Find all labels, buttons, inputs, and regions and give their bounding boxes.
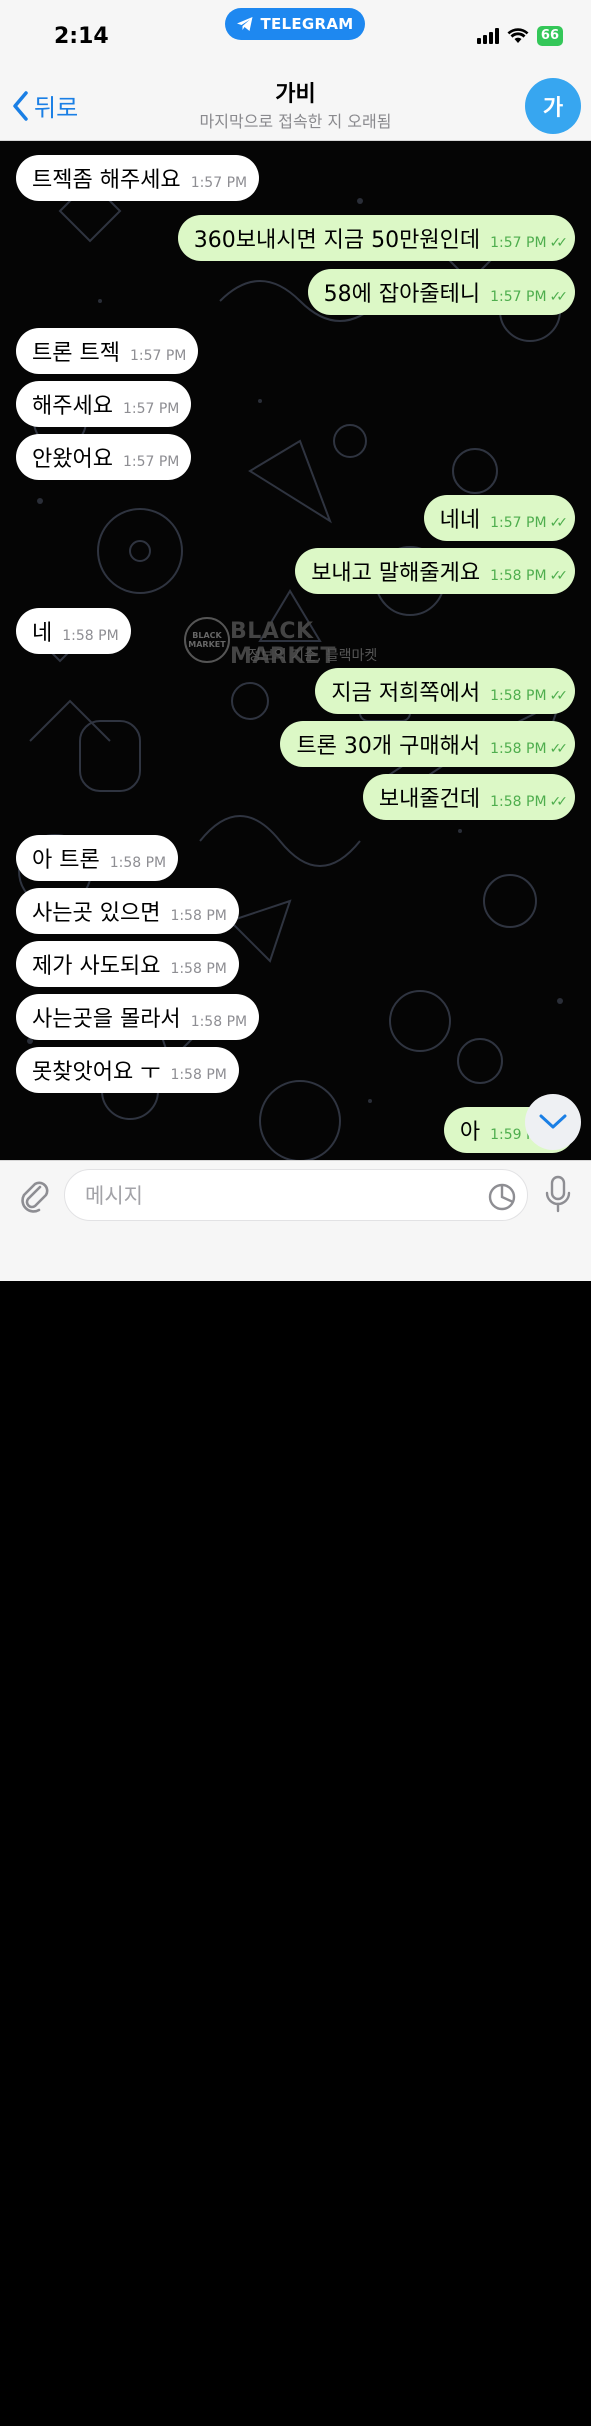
- read-checkmarks-icon: ✓✓: [549, 289, 569, 305]
- message-bubble-outgoing[interactable]: 보내고 말해줄게요 1:58 PM ✓✓: [295, 548, 575, 594]
- chat-title: 가비: [275, 82, 316, 107]
- message-text: 지금 저희쪽에서: [331, 681, 481, 706]
- watermark-subtitle: 정보의 기준, 블랙마켓: [248, 648, 378, 664]
- message-text: 360보내시면 지금 50만원인데: [193, 228, 481, 253]
- chevron-down-icon: [539, 1114, 567, 1129]
- message-time: 1:58 PM: [190, 1014, 248, 1030]
- message-text: 네네: [439, 508, 481, 533]
- signal-icon: [476, 28, 499, 44]
- watermark: BLACK MARKET BLACK MARKET 정보의 기준, 블랙마켓: [184, 611, 414, 671]
- message-text: 아: [459, 1120, 481, 1145]
- message-bubble-outgoing[interactable]: 보내줄건데 1:58 PM ✓✓: [362, 774, 575, 820]
- telegram-pill-label: TELEGRAM: [260, 15, 354, 33]
- wifi-icon: [507, 28, 529, 43]
- message-text: 보내고 말해줄게요: [311, 561, 481, 586]
- message-time: 1:58 PM: [490, 688, 547, 704]
- message-time: 1:58 PM: [490, 794, 547, 810]
- message-time: 1:57 PM: [490, 515, 547, 531]
- message-text: 트론 트젝: [32, 341, 120, 366]
- message-text: 아 트론: [32, 848, 100, 873]
- avatar[interactable]: 가: [525, 78, 581, 134]
- message-bubble-outgoing[interactable]: 네네 1:57 PM ✓✓: [423, 495, 575, 541]
- message-bubble-outgoing[interactable]: 58에 잡아줄테니 1:57 PM ✓✓: [307, 269, 575, 315]
- last-seen-status: 마지막으로 접속한 지 오래됨: [199, 112, 392, 131]
- status-icons: 66: [476, 26, 563, 46]
- message-input[interactable]: [83, 1180, 477, 1212]
- message-bubble-incoming[interactable]: 트젝좀 해주세요 1:57 PM: [16, 155, 260, 201]
- message-bubble-incoming[interactable]: 못찾앗어요 ㅜ 1:58 PM: [16, 1047, 239, 1093]
- read-checkmarks-icon: ✓✓: [549, 515, 569, 531]
- message-time: 1:58 PM: [490, 568, 547, 584]
- message-time: 1:57 PM: [122, 401, 180, 417]
- telegram-icon: [237, 17, 253, 31]
- read-checkmarks-icon: ✓✓: [549, 794, 569, 810]
- message-bubble-outgoing[interactable]: 360보내시면 지금 50만원인데 1:57 PM ✓✓: [177, 215, 575, 261]
- message-bubble-outgoing[interactable]: 트론 30개 구매해서 1:58 PM ✓✓: [280, 721, 575, 767]
- message-time: 1:57 PM: [190, 175, 248, 191]
- status-time: 2:14: [54, 24, 109, 49]
- read-checkmarks-icon: ✓✓: [549, 688, 569, 704]
- message-time: 1:57 PM: [490, 235, 547, 251]
- microphone-icon: [545, 1175, 571, 1213]
- message-text: 보내줄건데: [378, 787, 481, 812]
- message-bubble-incoming[interactable]: 아 트론 1:58 PM: [16, 835, 179, 881]
- message-time: 1:58 PM: [170, 908, 227, 924]
- message-bubble-outgoing[interactable]: 지금 저희쪽에서 1:58 PM ✓✓: [315, 668, 575, 714]
- paperclip-icon: [21, 1181, 49, 1213]
- message-text: 안왔어요: [32, 447, 113, 472]
- message-bubble-incoming[interactable]: 안왔어요 1:57 PM: [16, 434, 192, 480]
- message-time: 1:57 PM: [122, 454, 180, 470]
- microphone-button[interactable]: [540, 1173, 576, 1217]
- battery-icon: 66: [536, 26, 563, 46]
- message-time: 1:58 PM: [170, 961, 227, 977]
- scroll-to-bottom-button[interactable]: [525, 1094, 581, 1150]
- watermark-badge: BLACK MARKET: [184, 617, 230, 663]
- message-input-field[interactable]: [64, 1169, 528, 1221]
- read-checkmarks-icon: ✓✓: [549, 235, 569, 251]
- read-checkmarks-icon: ✓✓: [549, 741, 569, 757]
- message-composer: [0, 1160, 591, 2426]
- message-time: 1:58 PM: [490, 741, 547, 757]
- message-text: 제가 사도되요: [32, 954, 161, 979]
- message-time: 1:58 PM: [109, 855, 167, 871]
- message-text: 사는곳을 몰라서: [32, 1007, 181, 1032]
- message-bubble-incoming[interactable]: 트론 트젝 1:57 PM: [16, 328, 199, 374]
- message-text: 사는곳 있으면: [32, 901, 161, 926]
- message-time: 1:57 PM: [129, 348, 187, 364]
- message-time: 1:57 PM: [490, 289, 547, 305]
- message-bubble-incoming[interactable]: 해주세요 1:57 PM: [16, 381, 192, 427]
- home-indicator: [193, 2418, 398, 2426]
- message-text: 못찾앗어요 ㅜ: [32, 1060, 161, 1085]
- message-bubble-incoming[interactable]: 사는곳을 몰라서 1:58 PM: [16, 994, 260, 1040]
- attach-button[interactable]: [14, 1175, 54, 1215]
- message-bubble-incoming[interactable]: 제가 사도되요 1:58 PM: [16, 941, 239, 987]
- message-text: 트젝좀 해주세요: [32, 168, 181, 193]
- message-time: 1:58 PM: [62, 628, 119, 644]
- chat-area[interactable]: BLACK MARKET BLACK MARKET 정보의 기준, 블랙마켓 트…: [0, 141, 591, 1160]
- read-checkmarks-icon: ✓✓: [549, 568, 569, 584]
- message-text: 트론 30개 구매해서: [296, 734, 481, 759]
- sticker-icon[interactable]: [487, 1182, 517, 1212]
- message-text: 네: [32, 621, 53, 646]
- message-bubble-incoming[interactable]: 사는곳 있으면 1:58 PM: [16, 888, 239, 934]
- telegram-pill[interactable]: TELEGRAM: [225, 8, 365, 40]
- message-text: 58에 잡아줄테니: [323, 282, 481, 307]
- message-time: 1:58 PM: [170, 1067, 227, 1083]
- message-text: 해주세요: [32, 394, 113, 419]
- message-bubble-incoming[interactable]: 네 1:58 PM: [16, 608, 131, 654]
- top-bar: 2:14 TELEGRAM 66 뒤로 가비 마지막으로 접속한 지 오래됨 가: [0, 0, 591, 141]
